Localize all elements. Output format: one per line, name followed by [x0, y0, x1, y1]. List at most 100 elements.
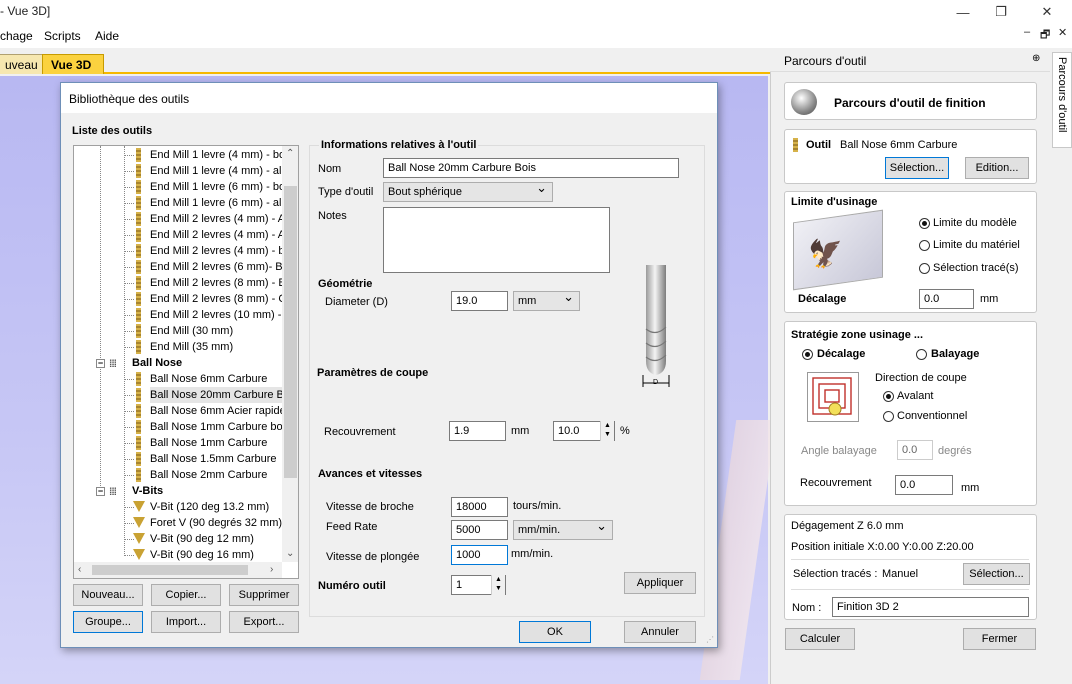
cancel-button[interactable]: Annuler: [624, 621, 696, 643]
tree-tool-item[interactable]: End Mill (30 mm): [74, 323, 284, 339]
tree-tool-item[interactable]: Ball Nose 1mm Carbure bois: [74, 419, 284, 435]
menu-item-aide[interactable]: Aide: [95, 29, 119, 43]
tree-tool-item[interactable]: End Mill 1 levre (6 mm) - boi: [74, 179, 284, 195]
tree-tool-item[interactable]: End Mill 2 levres (6 mm)- Bo: [74, 259, 284, 275]
menu-item-affichage[interactable]: chage: [0, 29, 33, 43]
raster-angle-input[interactable]: 0.0: [897, 440, 933, 460]
tree-group[interactable]: − ⁞⁞⁞ V-Bits: [74, 483, 284, 499]
tree-group[interactable]: − ⁞⁞⁞ Ball Nose: [74, 355, 284, 371]
menu-item-scripts[interactable]: Scripts: [44, 29, 81, 43]
new-tool-button[interactable]: Nouveau...: [73, 584, 143, 606]
tree-item-label: End Mill (30 mm): [150, 325, 234, 337]
group-button[interactable]: Groupe...: [73, 611, 143, 633]
tree-tool-item[interactable]: Ball Nose 6mm Acier rapide: [74, 403, 284, 419]
import-button[interactable]: Import...: [151, 611, 221, 633]
tree-tool-item[interactable]: Ball Nose 6mm Carbure: [74, 371, 284, 387]
feeds-speeds-header: Avances et vitesses: [318, 468, 423, 480]
conventional-radio[interactable]: [883, 411, 894, 422]
edit-tool-button[interactable]: Edition...: [965, 157, 1029, 179]
tree-tool-item[interactable]: End Mill 1 levre (4 mm) - alu: [74, 163, 284, 179]
diameter-input[interactable]: 19.0: [451, 291, 508, 311]
stepover-percent-spinner[interactable]: ▲ ▼: [600, 421, 614, 441]
tree-tool-item[interactable]: End Mill 2 levres (10 mm) - E: [74, 307, 284, 323]
strategy-raster-radio[interactable]: [916, 349, 927, 360]
pin-icon[interactable]: ⊕: [1032, 53, 1040, 64]
stepover-input[interactable]: 1.9: [449, 421, 506, 441]
close-panel-button[interactable]: Fermer: [963, 628, 1036, 650]
mdi-restore-icon[interactable]: 🗗: [1040, 26, 1050, 45]
plunge-rate-input[interactable]: 1000: [451, 545, 508, 565]
toolpath-name-input[interactable]: Finition 3D 2: [832, 597, 1029, 617]
delete-tool-button[interactable]: Supprimer: [229, 584, 299, 606]
tree-tool-item[interactable]: V-Bit (90 deg 12 mm): [74, 531, 284, 547]
resize-grip-icon[interactable]: ⋰: [706, 635, 714, 644]
copy-tool-button[interactable]: Copier...: [151, 584, 221, 606]
tree-tool-item[interactable]: V-Bit (90 deg 16 mm): [74, 547, 284, 563]
scroll-left-icon[interactable]: ‹: [78, 564, 81, 575]
end-mill-icon: [136, 148, 141, 162]
maximize-button[interactable]: ❐: [978, 0, 1024, 24]
feed-rate-unit-select[interactable]: mm/min.: [513, 519, 613, 540]
export-button[interactable]: Export...: [229, 611, 299, 633]
tree-tool-item[interactable]: End Mill 1 levre (4 mm) - boi: [74, 147, 284, 163]
diameter-unit-select[interactable]: mm: [513, 290, 580, 311]
limit-material-radio[interactable]: [919, 240, 930, 251]
tool-type-select[interactable]: Bout sphérique: [383, 181, 553, 202]
tree-item-label: End Mill 2 levres (8 mm) - Bo: [150, 277, 284, 289]
tree-tool-item[interactable]: Foret V (90 degrés 32 mm): [74, 515, 284, 531]
strategy-offset-radio[interactable]: [802, 349, 813, 360]
apply-button[interactable]: Appliquer: [624, 572, 696, 594]
mdi-minimize-icon[interactable]: –: [1024, 26, 1030, 38]
limit-model-radio[interactable]: [919, 218, 930, 229]
offset-label: Décalage: [798, 293, 847, 305]
panel-stepover-input[interactable]: 0.0: [895, 475, 953, 495]
diameter-diagram-label: D: [653, 379, 659, 386]
select-tool-button[interactable]: Sélection...: [885, 157, 949, 179]
side-tab-toolpath[interactable]: Parcours d'outil: [1052, 52, 1072, 148]
end-mill-icon: [136, 260, 141, 274]
tree-tool-item[interactable]: End Mill 2 levres (4 mm) - bo: [74, 243, 284, 259]
limit-vectors-radio[interactable]: [919, 263, 930, 274]
scroll-down-icon[interactable]: ⌄: [286, 548, 294, 559]
tree-scroll-thumb[interactable]: [284, 186, 297, 478]
diameter-label: Diameter (D): [325, 296, 388, 308]
tab-vue-3d[interactable]: Vue 3D: [42, 54, 104, 74]
toolpath-settings-card: Dégagement Z 6.0 mm Position initiale X:…: [784, 514, 1037, 620]
tool-number-spinner[interactable]: ▲ ▼: [491, 575, 505, 595]
calculate-button[interactable]: Calculer: [785, 628, 855, 650]
scroll-right-icon[interactable]: ›: [270, 564, 273, 575]
collapse-icon[interactable]: −: [96, 487, 105, 496]
tree-tool-item[interactable]: Ball Nose 20mm Carbure Bo: [74, 387, 284, 403]
tree-tool-item[interactable]: End Mill 2 levres (4 mm) - Al: [74, 211, 284, 227]
spindle-speed-input[interactable]: 18000: [451, 497, 508, 517]
feed-rate-input[interactable]: 5000: [451, 520, 508, 540]
tree-tool-item[interactable]: Ball Nose 1mm Carbure: [74, 435, 284, 451]
notes-textarea[interactable]: [383, 207, 610, 273]
tree-tool-item[interactable]: V-Bit (120 deg 13.2 mm): [74, 499, 284, 515]
ok-button[interactable]: OK: [519, 621, 591, 643]
select-vectors-button[interactable]: Sélection...: [963, 563, 1030, 585]
spindle-speed-unit: tours/min.: [513, 500, 562, 512]
tree-tool-item[interactable]: End Mill 1 levre (6 mm) - alu: [74, 195, 284, 211]
tool-info-header: Informations relatives à l'outil: [319, 139, 479, 151]
tree-tool-item[interactable]: End Mill 2 levres (8 mm) - Ch: [74, 291, 284, 307]
tree-tool-item[interactable]: End Mill (35 mm): [74, 339, 284, 355]
tree-tool-item[interactable]: End Mill 2 levres (8 mm) - Bo: [74, 275, 284, 291]
tree-tool-item[interactable]: End Mill 2 levres (4 mm) - Al: [74, 227, 284, 243]
offset-input[interactable]: 0.0: [919, 289, 974, 309]
tree-tool-item[interactable]: Ball Nose 1.5mm Carbure: [74, 451, 284, 467]
tool-type-label: Type d'outil: [318, 186, 374, 198]
close-window-button[interactable]: ✕: [1024, 0, 1070, 24]
collapse-icon[interactable]: −: [96, 359, 105, 368]
tree-hscroll-thumb[interactable]: [92, 565, 248, 575]
tool-name-input[interactable]: Ball Nose 20mm Carbure Bois: [383, 158, 679, 178]
tool-tree[interactable]: V-Bit (90 deg 16 mm) V-Bit (90 deg 12 mm)…: [73, 145, 299, 579]
document-tabs: uveau Vue 3D: [0, 48, 770, 74]
tree-connector: [124, 267, 134, 268]
mdi-close-icon[interactable]: ✕: [1058, 26, 1067, 39]
tree-tool-item[interactable]: Ball Nose 2mm Carbure: [74, 467, 284, 483]
tree-connector: [124, 155, 134, 156]
climb-radio[interactable]: [883, 391, 894, 402]
tab-nouveau[interactable]: uveau: [0, 54, 47, 74]
scroll-up-icon[interactable]: ⌃: [286, 148, 294, 159]
